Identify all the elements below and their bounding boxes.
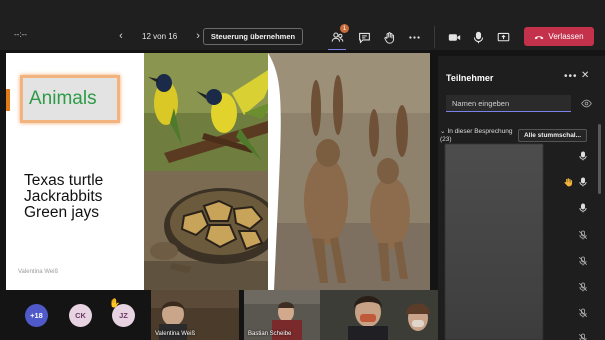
chevron-down-icon: ⌄ bbox=[440, 128, 446, 135]
mic-on-icon bbox=[577, 150, 589, 162]
participants-button[interactable]: 1 bbox=[328, 24, 349, 51]
hang-up-icon bbox=[535, 35, 544, 39]
camera-icon bbox=[448, 33, 460, 41]
mic-on-icon bbox=[577, 176, 589, 188]
jackrabbits-photo bbox=[268, 53, 430, 290]
slide-position: 12 von 16 bbox=[142, 31, 178, 41]
share-screen-button[interactable] bbox=[494, 28, 512, 46]
animal-item: Green jays bbox=[24, 204, 99, 221]
slide-title: Animals bbox=[29, 88, 97, 109]
share-invite-icon[interactable] bbox=[581, 99, 592, 108]
camera-button[interactable] bbox=[445, 28, 463, 46]
slide-title-box: Animals bbox=[20, 75, 120, 123]
meeting-section-header[interactable]: ⌄ In dieser Besprechung (23) bbox=[440, 128, 516, 144]
teams-meeting-window: --:-- ‹ 12 von 16 › Steuerung übernehmen… bbox=[0, 0, 605, 340]
avatar[interactable]: JZ bbox=[112, 304, 135, 327]
slide-accent-bar bbox=[6, 89, 10, 111]
take-control-button[interactable]: Steuerung übernehmen bbox=[203, 28, 303, 45]
section-label: In dieser Besprechung (23) bbox=[440, 128, 513, 143]
panel-title: Teilnehmer bbox=[446, 73, 494, 83]
more-icon bbox=[408, 35, 420, 39]
animal-item: Jackrabbits bbox=[24, 188, 103, 205]
mic-muted-icon bbox=[577, 307, 589, 319]
video-tile[interactable] bbox=[320, 290, 438, 340]
more-actions-button[interactable] bbox=[405, 28, 423, 46]
raise-hand-button[interactable] bbox=[380, 28, 398, 46]
microphone-icon bbox=[473, 31, 483, 43]
previous-slide-icon[interactable]: ‹ bbox=[114, 30, 128, 42]
close-icon[interactable]: ✕ bbox=[581, 70, 589, 81]
share-screen-icon bbox=[497, 32, 509, 41]
video-tile[interactable]: Valentina Weiß bbox=[151, 290, 239, 340]
panel-scrollbar[interactable] bbox=[598, 124, 601, 194]
slide-pager: ‹ 12 von 16 › bbox=[114, 26, 205, 46]
raised-hand-icon bbox=[562, 176, 574, 188]
chat-button[interactable] bbox=[355, 28, 373, 46]
more-participants-avatar[interactable]: +18 bbox=[25, 304, 48, 327]
participant-strip: +18 CK ✋ JZ Valentina Weiß Bastian Schei… bbox=[0, 290, 438, 340]
participant-search-input[interactable] bbox=[446, 95, 571, 112]
participant-video bbox=[320, 290, 438, 340]
mic-muted-icon bbox=[577, 255, 589, 267]
participant-name: Valentina Weiß bbox=[155, 331, 196, 337]
participant-name: Bastian Scheibe bbox=[248, 331, 292, 337]
participant-list-blurred bbox=[445, 144, 543, 340]
raise-hand-icon bbox=[383, 31, 394, 44]
mic-muted-icon bbox=[577, 332, 589, 340]
shared-content-stage: Animals Texas turtle Jackrabbits Green j… bbox=[0, 50, 440, 290]
leave-label: Verlassen bbox=[548, 32, 584, 41]
mute-all-button[interactable]: Alle stummschal... bbox=[518, 129, 587, 142]
microphone-button[interactable] bbox=[469, 28, 487, 46]
mic-muted-icon bbox=[577, 229, 589, 241]
leave-button[interactable]: Verlassen bbox=[524, 27, 594, 46]
participants-badge: 1 bbox=[340, 24, 349, 33]
chat-icon bbox=[358, 32, 370, 44]
participants-panel: Teilnehmer ••• ✕ ⌄In dieser Besprechung … bbox=[438, 56, 605, 340]
mic-on-icon bbox=[577, 202, 589, 214]
mic-muted-icon bbox=[577, 281, 589, 293]
video-tile[interactable]: Bastian Scheibe bbox=[244, 290, 320, 340]
presentation-slide: Animals Texas turtle Jackrabbits Green j… bbox=[6, 53, 430, 290]
meeting-timer: --:-- bbox=[14, 30, 27, 39]
avatar[interactable]: CK bbox=[69, 304, 92, 327]
animal-list: Texas turtle Jackrabbits Green jays bbox=[24, 173, 103, 221]
toolbar-divider bbox=[434, 26, 435, 48]
panel-more-icon[interactable]: ••• bbox=[564, 71, 578, 82]
slide-author: Valentina Weiß bbox=[18, 269, 59, 275]
animal-item: Texas turtle bbox=[24, 172, 104, 189]
meeting-toolbar: --:-- ‹ 12 von 16 › Steuerung übernehmen… bbox=[0, 0, 605, 51]
